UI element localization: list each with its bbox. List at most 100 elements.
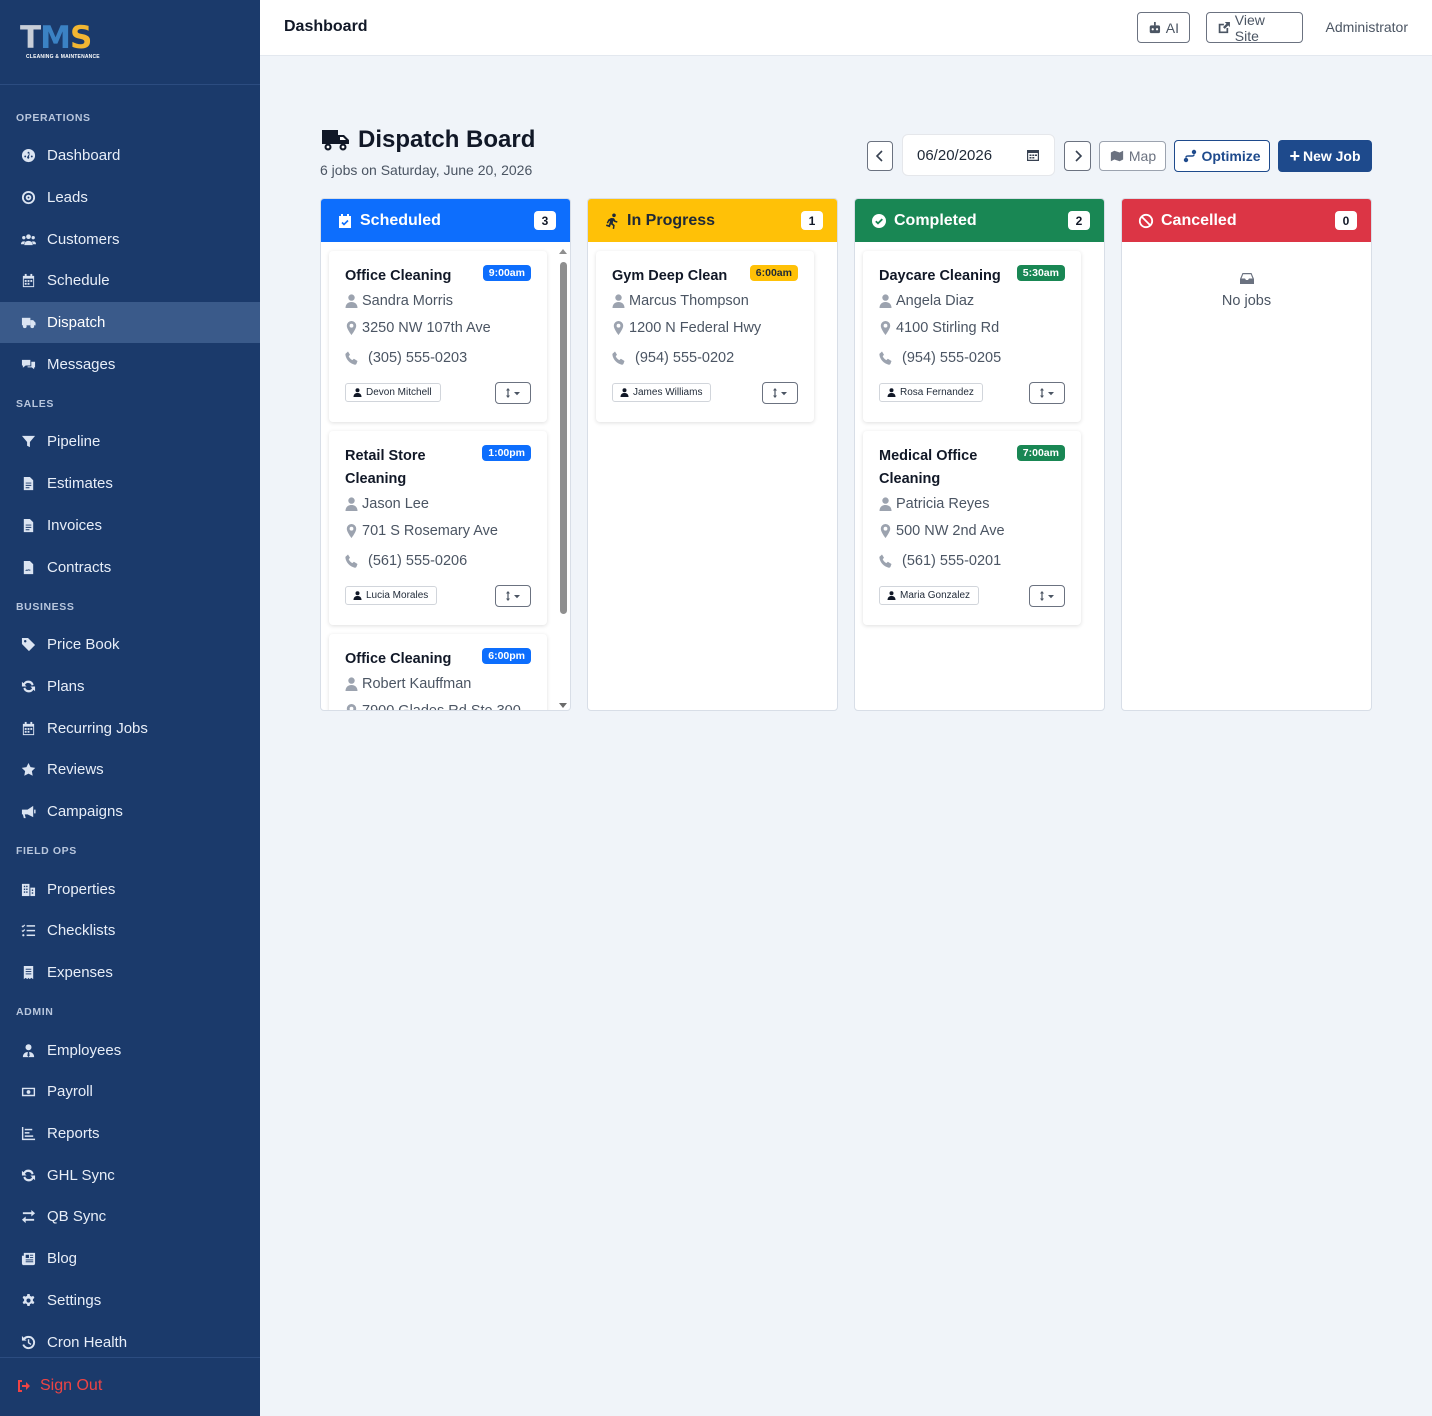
optimize-button[interactable]: Optimize: [1174, 140, 1270, 172]
sidebar-item-leads[interactable]: Leads: [0, 177, 260, 219]
assignee-badge: Rosa Fernandez: [879, 383, 983, 402]
page-title-text: Dispatch Board: [358, 126, 536, 153]
sidebar-item-campaigns[interactable]: Campaigns: [0, 791, 260, 833]
assignee-name: Lucia Morales: [366, 590, 429, 601]
sidebar-item-ghl-sync[interactable]: GHL Sync: [0, 1154, 260, 1196]
sidebar-item-pipeline[interactable]: Pipeline: [0, 421, 260, 463]
job-phone[interactable]: (305) 555-0203: [345, 350, 467, 366]
new-job-button[interactable]: + New Job: [1278, 140, 1372, 172]
sidebar-item-reviews[interactable]: Reviews: [0, 749, 260, 791]
column-title: Completed: [894, 211, 977, 229]
column-count-badge: 1: [801, 211, 823, 230]
sidebar-item-estimates[interactable]: Estimates: [0, 463, 260, 505]
job-time-badge: 5:30am: [1016, 265, 1065, 281]
sidebar-item-messages[interactable]: Messages: [0, 343, 260, 385]
brand-logo[interactable]: TMS CLEANING & MAINTENANCE: [20, 22, 106, 62]
job-card[interactable]: Medical Office Cleaning 7:00am Patricia Re…: [863, 431, 1081, 625]
job-card[interactable]: Office Cleaning 9:00am Sandra Morris 3250 N…: [329, 251, 547, 422]
sidebar-item-checklists[interactable]: Checklists: [0, 910, 260, 952]
scroll-up-arrow[interactable]: [559, 249, 567, 254]
sidebar-item-dispatch[interactable]: Dispatch: [0, 301, 260, 344]
sidebar-item-schedule[interactable]: Schedule: [0, 260, 260, 302]
star-icon: [20, 762, 36, 778]
column-title: In Progress: [627, 211, 716, 229]
sidebar-item-price-book[interactable]: Price Book: [0, 624, 260, 666]
sidebar-item-properties[interactable]: Properties: [0, 868, 260, 910]
status-dropdown-button[interactable]: [495, 382, 531, 404]
column-in-progress: In Progress 1 Gym Deep Clean 6:00am Marcus T…: [587, 198, 838, 711]
status-dropdown-button[interactable]: [1029, 585, 1065, 607]
sidebar-item-plans[interactable]: Plans: [0, 666, 260, 708]
job-phone[interactable]: (561) 555-0206: [345, 553, 467, 569]
job-address: 3250 NW 107th Ave: [345, 320, 491, 336]
chevron-left-icon: [875, 150, 883, 162]
sidebar-item-settings[interactable]: Settings: [0, 1280, 260, 1322]
ai-button[interactable]: AI: [1137, 12, 1190, 43]
job-address: 500 NW 2nd Ave: [879, 523, 1005, 539]
scrollbar-thumb[interactable]: [560, 262, 567, 614]
job-title: Office Cleaning: [345, 268, 452, 284]
sidebar-item-label: QB Sync: [47, 1208, 107, 1226]
column-scrollbar[interactable]: [558, 246, 568, 708]
sidebar-item-expenses[interactable]: Expenses: [0, 952, 260, 994]
job-phone-text: (561) 555-0206: [368, 553, 468, 569]
calendar-picker-icon[interactable]: [1026, 148, 1040, 162]
sidebar-item-contracts[interactable]: Contracts: [0, 546, 260, 588]
column-header: Cancelled 0: [1122, 199, 1371, 242]
sidebar-item-invoices[interactable]: Invoices: [0, 505, 260, 547]
chat-icon: [20, 356, 36, 372]
job-card[interactable]: Daycare Cleaning 5:30am Angela Diaz 4100 St…: [863, 251, 1081, 422]
status-dropdown-button[interactable]: [762, 382, 798, 404]
exchange-icon: [20, 1209, 36, 1225]
assignee-name: James Williams: [633, 387, 703, 398]
job-card[interactable]: Retail Store Cleaning 1:00pm Jason Lee 701 …: [329, 431, 547, 625]
sidebar-item-dashboard[interactable]: Dashboard: [0, 135, 260, 177]
next-day-button[interactable]: [1064, 141, 1091, 171]
assignee-name: Rosa Fernandez: [900, 387, 974, 398]
sidebar-item-recurring-jobs[interactable]: Recurring Jobs: [0, 707, 260, 749]
sidebar-item-reports[interactable]: Reports: [0, 1113, 260, 1155]
user-menu[interactable]: Administrator: [1326, 19, 1408, 35]
assignee-name: Devon Mitchell: [366, 387, 432, 398]
status-dropdown-button[interactable]: [1029, 382, 1065, 404]
column-count-badge: 0: [1335, 211, 1357, 230]
sidebar-item-blog[interactable]: Blog: [0, 1238, 260, 1280]
sidebar-item-label: Pipeline: [47, 433, 101, 451]
sidebar-item-label: Messages: [47, 355, 116, 373]
job-customer-name: Jason Lee: [362, 496, 429, 512]
status-dropdown-button[interactable]: [495, 585, 531, 607]
job-phone[interactable]: (954) 555-0205: [879, 350, 1001, 366]
job-address: 4100 Stirling Rd: [879, 320, 999, 336]
job-card[interactable]: Office Cleaning 6:00pm Robert Kauffman 7900…: [329, 634, 547, 710]
job-phone[interactable]: (561) 555-0201: [879, 553, 1001, 569]
sidebar-footer: Sign Out: [0, 1357, 260, 1395]
sidebar-item-label: Customers: [47, 230, 120, 248]
scroll-down-arrow[interactable]: [559, 703, 567, 708]
map-button[interactable]: Map: [1099, 141, 1166, 171]
job-card[interactable]: Gym Deep Clean 6:00am Marcus Thompson 1200 …: [596, 251, 814, 422]
sidebar-item-label: Expenses: [47, 964, 113, 982]
job-phone-text: (954) 555-0202: [635, 350, 735, 366]
view-site-button[interactable]: View Site: [1206, 12, 1303, 44]
assignee-name: Maria Gonzalez: [900, 590, 971, 601]
sign-out-link[interactable]: Sign Out: [16, 1377, 260, 1395]
sidebar-item-label: Settings: [47, 1291, 102, 1309]
history-icon: [20, 1334, 36, 1350]
user-icon: [345, 294, 362, 308]
calendar-icon: [20, 273, 36, 289]
map-icon: [1110, 150, 1123, 162]
sidebar-item-employees[interactable]: Employees: [0, 1029, 260, 1071]
sidebar-item-payroll[interactable]: Payroll: [0, 1071, 260, 1113]
date-input[interactable]: 06/20/2026: [902, 134, 1055, 176]
ban-icon: [1138, 213, 1161, 229]
sidebar-item-qb-sync[interactable]: QB Sync: [0, 1196, 260, 1238]
empty-state-text: No jobs: [1221, 293, 1272, 309]
sort-caret-icon: [1039, 591, 1055, 601]
tag-icon: [20, 637, 36, 653]
refresh-icon: [20, 1167, 36, 1183]
job-phone[interactable]: (954) 555-0202: [612, 350, 734, 366]
newspaper-icon: [20, 1251, 36, 1267]
prev-day-button[interactable]: [867, 141, 893, 171]
sidebar-item-customers[interactable]: Customers: [0, 218, 260, 260]
sidebar: TMS CLEANING & MAINTENANCE OPERATIONS Das…: [0, 0, 260, 1416]
